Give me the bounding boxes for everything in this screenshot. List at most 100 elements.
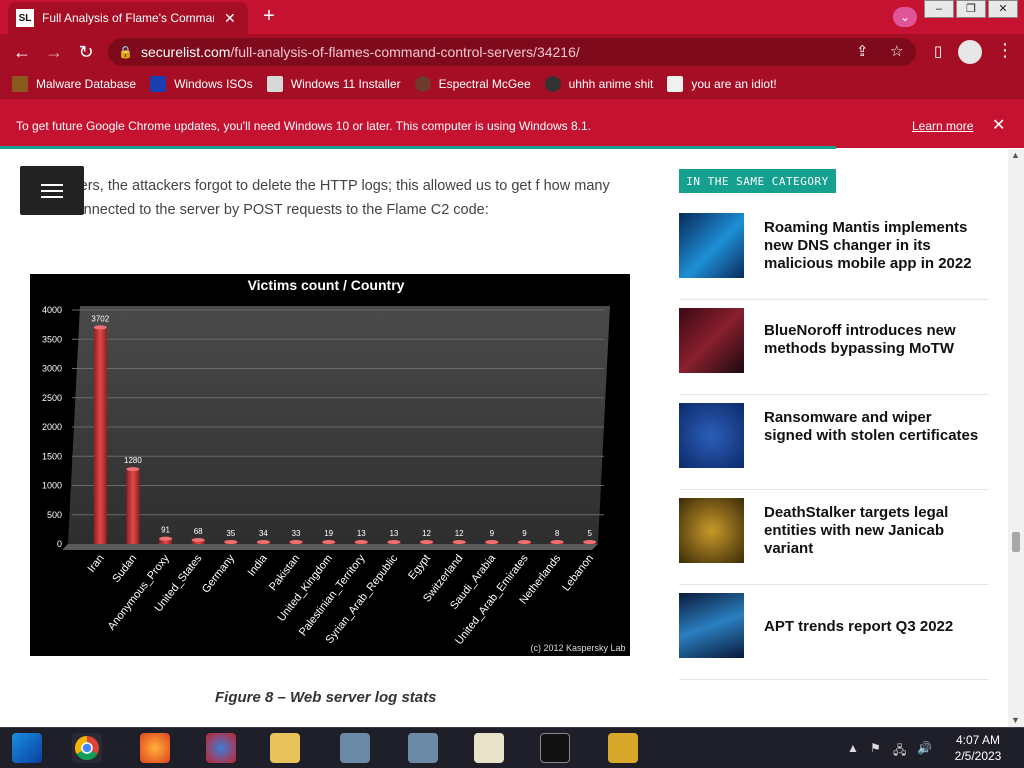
page-scrollbar[interactable]: ▲ ▼ bbox=[1008, 149, 1024, 727]
network-tool-icon[interactable] bbox=[340, 733, 370, 763]
article-title: APT trends report Q3 2022 bbox=[764, 618, 954, 635]
minimize-button[interactable]: – bbox=[924, 0, 954, 18]
bar-top bbox=[550, 540, 564, 544]
menu-button[interactable] bbox=[20, 166, 84, 215]
plot-area: 0 500 1000 1500 2000 2500 3000 3500 4000 3702 Iran… bbox=[42, 305, 610, 647]
sidebar-article[interactable]: APT trends report Q3 2022 bbox=[679, 585, 989, 680]
scroll-up-icon[interactable]: ▲ bbox=[1011, 150, 1020, 160]
chart-credit: (c) 2012 Kaspersky Lab bbox=[530, 643, 625, 653]
y-tick-label: 1000 bbox=[42, 481, 62, 491]
sidebar-article[interactable]: DeathStalker targets legal entities with… bbox=[679, 490, 989, 585]
bar-top bbox=[93, 325, 107, 330]
data-label: 3702 bbox=[91, 314, 109, 323]
chrome-taskbar-icon[interactable] bbox=[72, 733, 102, 763]
forward-icon[interactable]: → bbox=[42, 40, 66, 64]
bar-top bbox=[387, 540, 401, 544]
scroll-down-icon[interactable]: ▼ bbox=[1011, 715, 1020, 725]
bookmark-label: you are an idiot! bbox=[691, 77, 777, 91]
y-tick-label: 2000 bbox=[42, 422, 62, 432]
close-window-button[interactable]: ✕ bbox=[988, 0, 1018, 18]
bar-top bbox=[191, 538, 205, 543]
data-label: 13 bbox=[357, 529, 366, 538]
data-label: 12 bbox=[455, 529, 464, 538]
scroll-thumb[interactable] bbox=[1012, 532, 1020, 552]
binary-thumb bbox=[679, 593, 744, 658]
data-label: 9 bbox=[522, 529, 527, 538]
volume-icon[interactable]: 🔊 bbox=[917, 741, 932, 755]
file-explorer-icon[interactable] bbox=[270, 733, 300, 763]
reload-icon[interactable]: ↻ bbox=[74, 40, 98, 64]
flag-icon[interactable]: ⚑ bbox=[870, 741, 881, 755]
article-title: Ransomware and wiper signed with stolen … bbox=[764, 409, 979, 444]
back-icon[interactable]: ← bbox=[10, 40, 34, 64]
data-label: 8 bbox=[555, 529, 560, 538]
network-icon[interactable]: 🖧 bbox=[893, 741, 906, 762]
sidebar-article[interactable]: BlueNoroff introduces new methods bypass… bbox=[679, 300, 989, 395]
x-tick-label: Germany bbox=[200, 552, 238, 595]
tab-search-icon[interactable]: ⌄ bbox=[893, 7, 917, 27]
biohazard-icon bbox=[12, 76, 28, 92]
y-tick-label: 1500 bbox=[42, 451, 62, 461]
browser-tab[interactable]: SL Full Analysis of Flame's Command ✕ bbox=[8, 2, 248, 34]
victims-chart: Victims count / Country 0 500 1000 1500 2000… bbox=[30, 274, 630, 656]
start-icon[interactable] bbox=[12, 733, 42, 763]
data-label: 13 bbox=[389, 529, 398, 538]
infobar-close-icon[interactable]: ✕ bbox=[992, 115, 1005, 135]
system-clock[interactable]: 4:07 AM 2/5/2023 bbox=[946, 732, 1010, 764]
data-label: 34 bbox=[259, 529, 268, 538]
address-bar[interactable]: 🔒 securelist.com/full-analysis-of-flames… bbox=[108, 38, 916, 66]
bookmark-espectral-mcgee[interactable]: Espectral McGee bbox=[414, 76, 531, 92]
y-tick-label: 2500 bbox=[42, 393, 62, 403]
firefox-icon[interactable] bbox=[140, 733, 170, 763]
side-panel-icon[interactable]: ▯ bbox=[926, 40, 950, 64]
bookmark-label: Malware Database bbox=[36, 77, 137, 91]
chart-title: Victims count / Country bbox=[248, 277, 405, 293]
tab-close-icon[interactable]: ✕ bbox=[224, 10, 236, 27]
ie-logo-icon[interactable] bbox=[206, 733, 236, 763]
learn-more-link[interactable]: Learn more bbox=[912, 119, 973, 133]
checkmark-thumb bbox=[679, 403, 744, 468]
bar-top bbox=[452, 540, 466, 544]
x-tick-label: Sudan bbox=[110, 552, 139, 584]
bar-top bbox=[485, 540, 499, 544]
chrome-logo-icon bbox=[74, 736, 99, 761]
sidebar-article[interactable]: Roaming Mantis implements new DNS change… bbox=[679, 205, 989, 300]
windows-taskbar: ▲ ⚑ 🖧 🔊 4:07 AM 2/5/2023 bbox=[0, 727, 1024, 768]
data-label: 19 bbox=[324, 529, 333, 538]
data-label: 12 bbox=[422, 529, 431, 538]
new-tab-button[interactable]: + bbox=[258, 6, 280, 28]
securelist-favicon-icon: SL bbox=[16, 9, 34, 27]
bar-top bbox=[583, 540, 597, 544]
bookmark-label: uhhh anime shit bbox=[568, 77, 654, 91]
bookmark-you-are-an-idiot[interactable]: you are an idiot! bbox=[667, 76, 777, 92]
profile-avatar[interactable] bbox=[958, 40, 982, 64]
data-label: 5 bbox=[587, 529, 592, 538]
x-icon bbox=[150, 76, 167, 92]
data-label: 9 bbox=[490, 529, 495, 538]
code-thumb bbox=[679, 308, 744, 373]
bookmark-windows-isos[interactable]: Windows ISOs bbox=[150, 76, 253, 92]
data-label: 1280 bbox=[124, 456, 142, 465]
cmd-icon[interactable] bbox=[540, 733, 570, 763]
share-icon[interactable]: ⇪ bbox=[856, 42, 869, 60]
de-app-icon[interactable] bbox=[608, 733, 638, 763]
notepad-icon[interactable] bbox=[474, 733, 504, 763]
restore-button[interactable]: ❐ bbox=[956, 0, 986, 18]
update-infobar: To get future Google Chrome updates, you… bbox=[0, 98, 1024, 148]
plot-background bbox=[68, 306, 610, 544]
bookmark-malware-database[interactable]: Malware Database bbox=[12, 76, 136, 92]
y-tick-label: 4000 bbox=[42, 305, 62, 315]
lock-icon: 🔒 bbox=[118, 45, 133, 59]
chrome-menu-icon[interactable]: ⋮ bbox=[996, 40, 1014, 61]
data-label: 68 bbox=[194, 527, 203, 536]
network-tool-2-icon[interactable] bbox=[408, 733, 438, 763]
blue-network-thumb bbox=[679, 213, 744, 278]
data-label: 91 bbox=[161, 526, 170, 535]
bar-top bbox=[517, 540, 531, 544]
sidebar-article[interactable]: Ransomware and wiper signed with stolen … bbox=[679, 395, 989, 490]
category-badge[interactable]: IN THE SAME CATEGORY bbox=[679, 169, 836, 193]
bookmark-anime[interactable]: uhhh anime shit bbox=[544, 76, 654, 92]
bookmark-windows-11-installer[interactable]: Windows 11 Installer bbox=[266, 76, 401, 92]
show-hidden-icons-icon[interactable]: ▲ bbox=[847, 741, 859, 755]
bookmark-star-icon[interactable]: ☆ bbox=[890, 42, 903, 60]
